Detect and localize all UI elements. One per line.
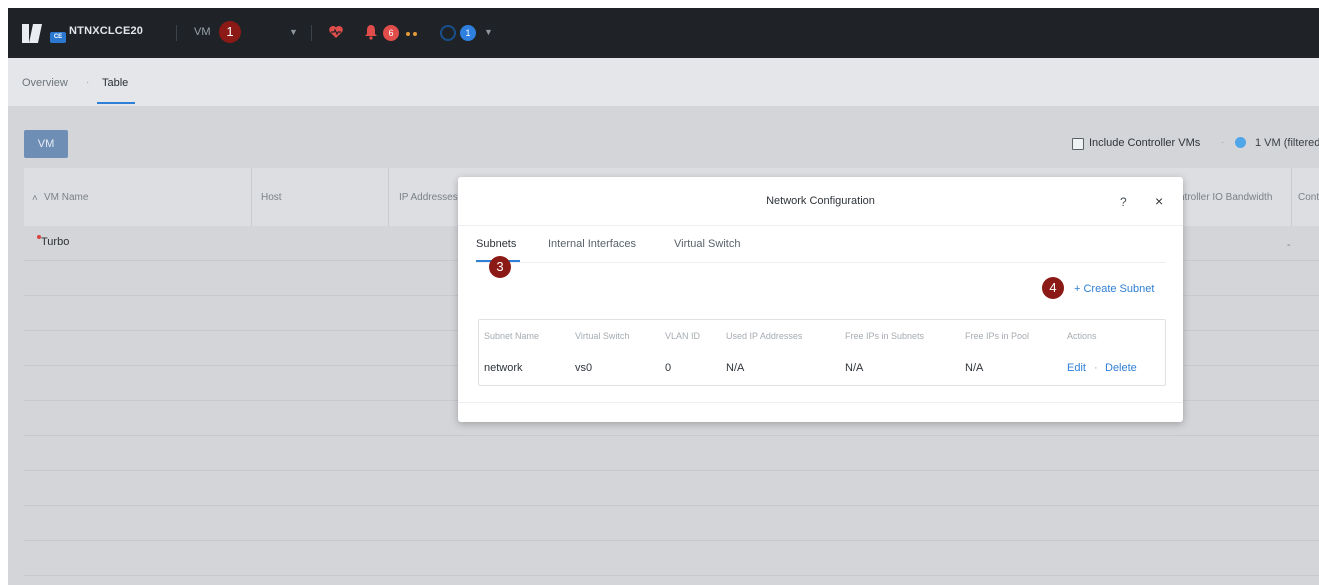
sort-asc-icon[interactable]: ˄ bbox=[32, 193, 38, 204]
column-actions: Actions bbox=[1067, 331, 1097, 341]
table-row bbox=[24, 436, 1319, 471]
tab-table[interactable]: Table bbox=[102, 77, 128, 89]
nav-view-selector[interactable]: VM bbox=[194, 26, 211, 38]
network-configuration-dialog: Network Configuration ? × Subnets Intern… bbox=[458, 177, 1183, 422]
column-subnet-name: Subnet Name bbox=[484, 331, 540, 341]
callout-1: 1 bbox=[219, 21, 241, 43]
column-cont[interactable]: Cont bbox=[1298, 192, 1319, 203]
include-controller-checkbox[interactable] bbox=[1072, 138, 1084, 150]
table-row bbox=[24, 506, 1319, 541]
subnet-name-cell: network bbox=[484, 362, 523, 374]
tasks-ring-icon[interactable] bbox=[440, 25, 456, 41]
divider bbox=[458, 402, 1183, 403]
column-vm-name[interactable]: VM Name bbox=[44, 192, 88, 203]
app-window: CE NTNXCLCE20 VM 1 ▼ 6 1 ▼ Overview · Ta… bbox=[8, 8, 1319, 585]
tab-overview[interactable]: Overview bbox=[22, 77, 68, 89]
action-separator: · bbox=[1094, 362, 1098, 374]
logo-ce-badge: CE bbox=[50, 32, 66, 43]
used-ips-cell: N/A bbox=[726, 362, 745, 374]
column-used-ip-addresses: Used IP Addresses bbox=[726, 331, 803, 341]
column-free-ips-in-subnets: Free IPs in Subnets bbox=[845, 331, 925, 341]
column-separator bbox=[1291, 168, 1292, 226]
toolbar-separator: · bbox=[1221, 137, 1225, 148]
active-tab-indicator bbox=[97, 102, 135, 104]
vm-name-cell[interactable]: Turbo bbox=[41, 236, 69, 248]
info-icon[interactable] bbox=[1235, 137, 1246, 148]
free-ips-pool-cell: N/A bbox=[965, 362, 984, 374]
column-virtual-switch: Virtual Switch bbox=[575, 331, 630, 341]
chevron-down-icon[interactable]: ▼ bbox=[484, 27, 493, 37]
create-vm-button[interactable]: VM bbox=[24, 130, 68, 158]
column-ip-addresses[interactable]: IP Addresses bbox=[399, 192, 458, 203]
column-separator bbox=[388, 168, 389, 226]
top-bar: CE NTNXCLCE20 VM 1 ▼ 6 1 ▼ bbox=[8, 8, 1319, 58]
vlan-id-cell: 0 bbox=[665, 362, 672, 374]
column-free-ips-in-pool: Free IPs in Pool bbox=[965, 331, 1030, 341]
logo-bar bbox=[22, 24, 29, 43]
alerts-bell-icon[interactable] bbox=[364, 24, 378, 40]
tab-virtual-switch[interactable]: Virtual Switch bbox=[674, 238, 740, 250]
virtual-switch-cell: vs0 bbox=[575, 362, 593, 374]
bandwidth-cell: - bbox=[1287, 239, 1291, 251]
column-host[interactable]: Host bbox=[261, 192, 282, 203]
column-separator bbox=[251, 168, 252, 226]
subnets-table: Subnet Name Virtual Switch VLAN ID Used … bbox=[478, 319, 1166, 386]
tab-internal-interfaces[interactable]: Internal Interfaces bbox=[548, 238, 636, 250]
tab-subnets[interactable]: Subnets bbox=[476, 238, 516, 250]
warning-dot-icon bbox=[413, 32, 417, 36]
view-tabs: Overview · Table bbox=[8, 58, 1319, 106]
create-subnet-link[interactable]: + Create Subnet bbox=[1074, 283, 1154, 295]
divider bbox=[176, 25, 177, 41]
task-count-badge[interactable]: 1 bbox=[460, 25, 476, 41]
callout-4: 4 bbox=[1042, 277, 1064, 299]
nutanix-logo[interactable]: CE bbox=[22, 24, 66, 43]
table-row bbox=[24, 471, 1319, 506]
logo-bar bbox=[28, 24, 43, 43]
chevron-down-icon[interactable]: ▼ bbox=[289, 27, 298, 37]
dialog-title: Network Configuration bbox=[766, 195, 875, 207]
tabs-baseline bbox=[476, 262, 1166, 263]
warning-dot-icon bbox=[406, 32, 410, 36]
column-vlan-id: VLAN ID bbox=[665, 331, 701, 341]
close-icon[interactable]: × bbox=[1155, 193, 1163, 209]
help-icon[interactable]: ? bbox=[1120, 195, 1127, 209]
table-row bbox=[24, 541, 1319, 576]
free-ips-subnet-cell: N/A bbox=[845, 362, 864, 374]
delete-subnet-link[interactable]: Delete bbox=[1105, 362, 1137, 374]
divider bbox=[311, 25, 312, 41]
divider bbox=[458, 225, 1183, 226]
include-controller-label[interactable]: Include Controller VMs bbox=[1089, 137, 1200, 149]
edit-subnet-link[interactable]: Edit bbox=[1067, 362, 1086, 374]
alert-count-badge[interactable]: 6 bbox=[383, 25, 399, 41]
vm-count-label: 1 VM (filtered) bbox=[1255, 137, 1319, 149]
health-heart-icon[interactable] bbox=[328, 24, 344, 40]
tab-separator: · bbox=[86, 77, 90, 88]
callout-3: 3 bbox=[489, 256, 511, 278]
cluster-name[interactable]: NTNXCLCE20 bbox=[69, 25, 143, 37]
column-controller-io-bandwidth[interactable]: ntroller IO Bandwidth bbox=[1179, 192, 1272, 203]
